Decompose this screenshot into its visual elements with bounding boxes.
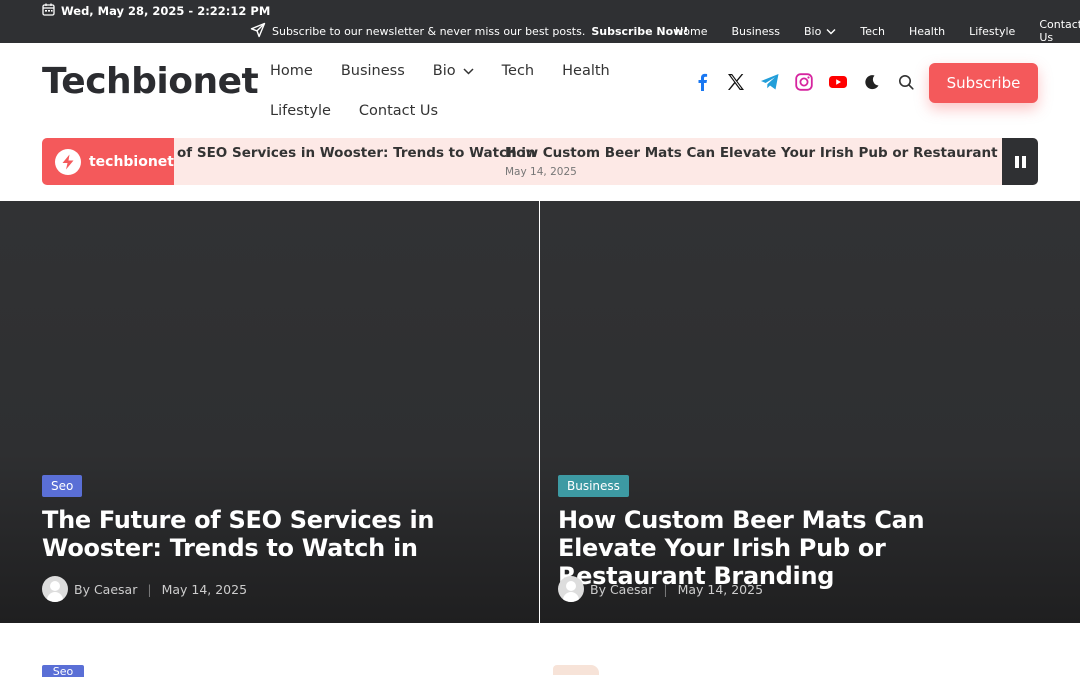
top-nav-health[interactable]: Health bbox=[909, 25, 945, 38]
ticker-item[interactable]: How Custom Beer Mats Can Elevate Your Ir… bbox=[505, 145, 1038, 161]
main-nav: Home Business Bio Tech Health Lifestyle … bbox=[270, 51, 690, 131]
telegram-icon[interactable] bbox=[758, 70, 782, 94]
meta-separator: | bbox=[663, 581, 668, 597]
newsletter-promo: Subscribe to our newsletter & never miss… bbox=[250, 22, 688, 40]
post-author[interactable]: By Caesar bbox=[590, 582, 653, 597]
ticker-brand-label: techbionet bbox=[88, 153, 174, 170]
nav-lifestyle[interactable]: Lifestyle bbox=[270, 103, 331, 119]
nav-contact[interactable]: Contact Us bbox=[359, 103, 438, 119]
nav-bio-label: Bio bbox=[432, 63, 456, 79]
date-text: Wed, May 28, 2025 - 2:22:12 PM bbox=[61, 4, 271, 18]
lightning-icon bbox=[55, 148, 81, 175]
header-icons bbox=[690, 70, 928, 94]
meta-separator: | bbox=[147, 581, 152, 597]
nav-home[interactable]: Home bbox=[270, 63, 313, 79]
avatar bbox=[558, 576, 584, 602]
calendar-icon bbox=[42, 3, 55, 19]
top-nav-lifestyle[interactable]: Lifestyle bbox=[969, 25, 1015, 38]
top-nav-contact[interactable]: Contact Us bbox=[1039, 18, 1080, 44]
post-date: May 14, 2025 bbox=[677, 581, 764, 597]
news-ticker: techbionet of SEO Services in Wooster: T… bbox=[42, 138, 1038, 185]
newsletter-subscribe-link[interactable]: Subscribe Now! bbox=[591, 25, 688, 38]
search-icon[interactable] bbox=[894, 70, 918, 94]
top-nav-home[interactable]: Home bbox=[675, 25, 707, 38]
top-nav-bio[interactable]: Bio bbox=[804, 25, 836, 38]
date-display: Wed, May 28, 2025 - 2:22:12 PM bbox=[42, 3, 270, 19]
newsletter-text: Subscribe to our newsletter & never miss… bbox=[272, 24, 586, 38]
nav-bio[interactable]: Bio bbox=[433, 63, 474, 79]
category-badge[interactable]: Seo bbox=[42, 665, 84, 677]
top-nav-tech[interactable]: Tech bbox=[860, 25, 885, 38]
post-meta: By Caesar | May 14, 2025 bbox=[42, 576, 247, 602]
x-icon[interactable] bbox=[724, 70, 748, 94]
site-logo[interactable]: Techbionet bbox=[42, 61, 259, 102]
pause-icon bbox=[1014, 155, 1019, 168]
chevron-down-icon bbox=[463, 67, 474, 75]
category-badge[interactable]: Business bbox=[558, 475, 629, 497]
instagram-icon[interactable] bbox=[792, 70, 816, 94]
post-date: May 14, 2025 bbox=[161, 581, 248, 597]
facebook-icon[interactable] bbox=[690, 70, 714, 94]
top-nav: Home Business Bio Tech Health Lifestyle … bbox=[675, 18, 1080, 44]
send-icon bbox=[250, 22, 266, 41]
youtube-icon[interactable] bbox=[826, 70, 850, 94]
featured-post[interactable]: Business How Custom Beer Mats Can Elevat… bbox=[540, 201, 1080, 623]
top-nav-business[interactable]: Business bbox=[731, 25, 780, 38]
ticker-item-date: May 14, 2025 bbox=[505, 166, 577, 178]
nav-tech[interactable]: Tech bbox=[502, 63, 534, 79]
ticker-brand: techbionet bbox=[42, 138, 174, 185]
top-nav-bio-label: Bio bbox=[804, 24, 822, 38]
category-badge[interactable]: Seo bbox=[42, 475, 83, 497]
post-meta: By Caesar | May 14, 2025 bbox=[558, 576, 763, 602]
pause-icon bbox=[1021, 155, 1026, 168]
site-header: Techbionet Home Business Bio Tech Health… bbox=[0, 43, 1080, 137]
dark-mode-icon[interactable] bbox=[860, 70, 884, 94]
chevron-down-icon bbox=[826, 28, 836, 34]
post-title[interactable]: The Future of SEO Services in Wooster: T… bbox=[42, 506, 512, 562]
subscribe-button[interactable]: Subscribe bbox=[929, 63, 1038, 103]
nav-business[interactable]: Business bbox=[341, 63, 405, 79]
featured-post[interactable]: Seo The Future of SEO Services in Wooste… bbox=[0, 201, 539, 623]
ticker-item[interactable]: of SEO Services in Wooster: Trends to Wa… bbox=[177, 145, 536, 161]
post-thumbnail[interactable] bbox=[553, 665, 599, 675]
top-bar: Wed, May 28, 2025 - 2:22:12 PM Subscribe… bbox=[0, 0, 1080, 44]
pause-button[interactable] bbox=[1002, 138, 1038, 185]
post-author[interactable]: By Caesar bbox=[74, 582, 137, 597]
avatar bbox=[42, 576, 68, 602]
nav-health[interactable]: Health bbox=[562, 63, 610, 79]
